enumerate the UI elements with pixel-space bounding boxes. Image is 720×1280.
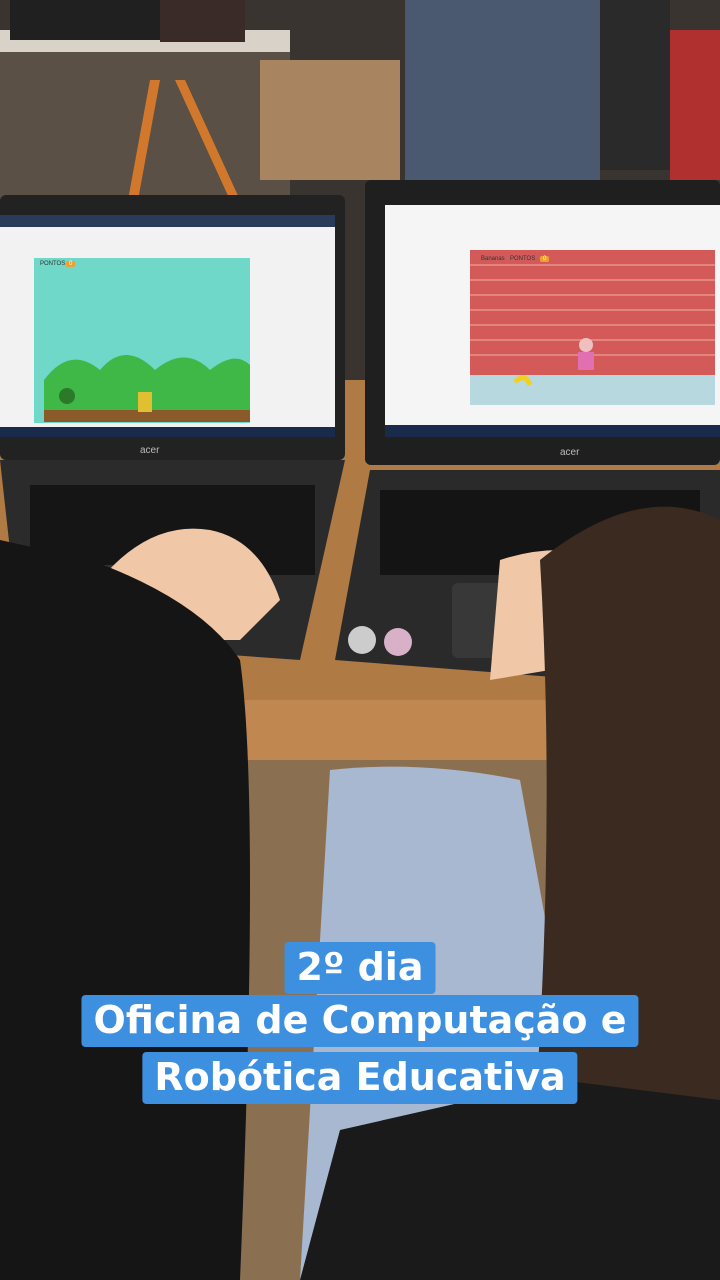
caption-line-1: 2º dia [284, 942, 436, 994]
right-score-label: PONTOS [510, 256, 536, 262]
caption-line-3: Robótica Educativa [142, 1052, 578, 1104]
left-laptop-brand: acer [140, 445, 160, 456]
cardboard-box [260, 60, 400, 180]
right-score-value: 0 [540, 256, 550, 262]
sticker-1 [348, 626, 376, 654]
girl-sprite [578, 352, 594, 370]
left-sprite [138, 392, 152, 412]
left-person [0, 540, 250, 1280]
left-score-label: PONTOS [40, 261, 66, 267]
sticker-2 [384, 628, 412, 656]
right-sprite-label: Bananas [481, 256, 505, 262]
caption-line-2: Oficina de Computação e [81, 995, 639, 1047]
left-score-value: 0 [66, 261, 76, 267]
backpack [10, 0, 160, 40]
jacket [405, 0, 600, 180]
right-laptop-brand: acer [560, 447, 580, 458]
